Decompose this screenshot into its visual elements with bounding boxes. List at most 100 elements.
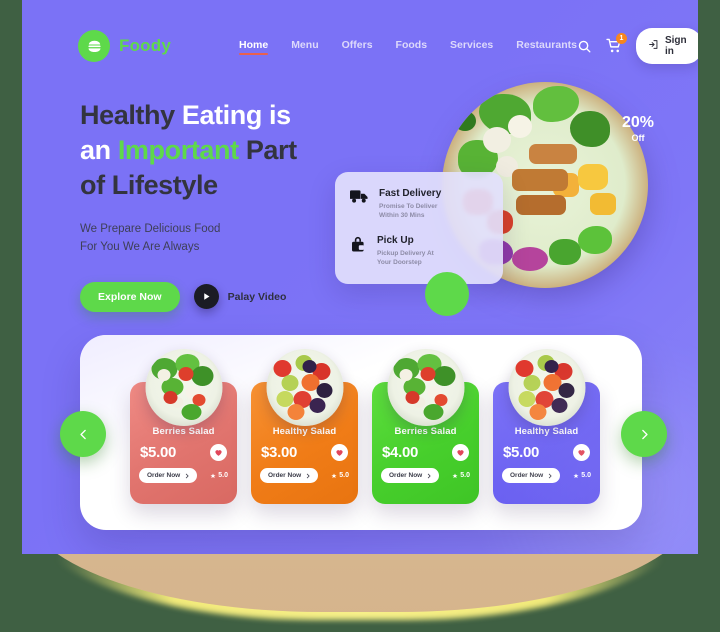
chevron-right-icon bbox=[641, 429, 648, 439]
decorative-green-circle bbox=[425, 272, 469, 316]
product-image bbox=[508, 349, 585, 426]
product-image-ring bbox=[266, 349, 343, 426]
brand-name: Foody bbox=[119, 36, 171, 55]
product-rating: 5.0 bbox=[452, 472, 470, 479]
star-icon bbox=[573, 472, 579, 478]
product-price-row: $5.00 bbox=[130, 444, 237, 461]
product-action-row: Order Now 5.0 bbox=[493, 468, 600, 483]
nav-link-offers[interactable]: Offers bbox=[342, 39, 373, 54]
nav-link-menu[interactable]: Menu bbox=[291, 39, 318, 54]
search-icon[interactable] bbox=[577, 39, 592, 54]
order-now-button[interactable]: Order Now bbox=[260, 468, 319, 483]
delivery-option-pickup[interactable]: Pick Up Pickup Delivery At Your Doorstep bbox=[350, 235, 487, 268]
product-rating-value: 5.0 bbox=[460, 472, 470, 479]
sign-in-button[interactable]: Sign in bbox=[635, 28, 698, 64]
delivery-truck-icon bbox=[350, 188, 369, 221]
hero-subtext-line-2: For You We Are Always bbox=[80, 241, 200, 254]
delivery-fast-sub-line2: Within 30 Mins bbox=[379, 212, 425, 220]
product-card[interactable]: Berries Salad $4.00 Order Now 5.0 bbox=[372, 349, 479, 504]
product-image-ring bbox=[387, 349, 464, 426]
chevron-right-icon bbox=[307, 473, 310, 478]
chevron-right-icon bbox=[549, 473, 552, 478]
chevron-right-icon bbox=[186, 473, 189, 478]
play-video-label: Palay Video bbox=[227, 290, 287, 303]
top-navigation: Foody Home Menu Offers Foods Services Re… bbox=[22, 0, 698, 92]
delivery-option-pickup-title: Pick Up bbox=[377, 234, 414, 246]
star-icon bbox=[452, 472, 458, 478]
discount-value: 20% bbox=[621, 114, 655, 131]
order-now-button[interactable]: Order Now bbox=[381, 468, 440, 483]
product-price-row: $3.00 bbox=[251, 444, 358, 461]
product-price: $5.00 bbox=[503, 444, 540, 461]
favorite-heart-icon[interactable] bbox=[210, 444, 227, 461]
product-rating-value: 5.0 bbox=[218, 472, 228, 479]
product-image bbox=[145, 349, 222, 426]
product-name: Healthy Salad bbox=[272, 426, 337, 437]
product-card[interactable]: Berries Salad $5.00 Order Now 5.0 bbox=[130, 349, 237, 504]
headline-part-4: Important bbox=[117, 135, 246, 166]
order-now-label: Order Now bbox=[147, 472, 181, 479]
delivery-option-fast-title: Fast Delivery bbox=[379, 188, 442, 199]
product-price: $4.00 bbox=[382, 444, 419, 461]
favorite-heart-icon[interactable] bbox=[452, 444, 469, 461]
product-card[interactable]: Healthy Salad $3.00 Order Now 5.0 bbox=[251, 349, 358, 504]
product-rating: 5.0 bbox=[573, 472, 591, 479]
product-name: Healthy Salad bbox=[514, 426, 579, 437]
discount-badge: 20% Off bbox=[607, 97, 669, 159]
product-card[interactable]: Healthy Salad $5.00 Order Now 5.0 bbox=[493, 349, 600, 504]
nav-link-foods[interactable]: Foods bbox=[396, 39, 428, 54]
nav-actions: 1 Sign in bbox=[577, 28, 698, 64]
headline-part-3: an bbox=[80, 135, 118, 166]
product-rating: 5.0 bbox=[331, 472, 349, 479]
pickup-bag-icon bbox=[350, 235, 367, 268]
play-video-button[interactable]: Palay Video bbox=[193, 284, 287, 310]
nav-link-home[interactable]: Home bbox=[239, 39, 269, 55]
product-action-row: Order Now 5.0 bbox=[372, 468, 479, 483]
product-rating-value: 5.0 bbox=[581, 472, 591, 479]
delivery-pickup-sub-line2: Your Doorstep bbox=[377, 259, 422, 267]
carousel-next-button[interactable] bbox=[621, 411, 667, 457]
headline-part-1: Healthy bbox=[80, 100, 182, 130]
play-icon bbox=[193, 284, 219, 310]
delivery-option-pickup-sub: Pickup Delivery At Your Doorstep bbox=[377, 249, 434, 268]
favorite-heart-icon[interactable] bbox=[331, 444, 348, 461]
burger-icon bbox=[78, 30, 110, 62]
explore-now-button[interactable]: Explore Now bbox=[80, 281, 180, 312]
brand-logo[interactable]: Foody bbox=[78, 30, 171, 62]
chevron-left-icon bbox=[79, 429, 86, 439]
login-icon bbox=[648, 39, 659, 53]
headline-part-2: Eating is bbox=[181, 100, 291, 130]
product-price-row: $4.00 bbox=[372, 444, 479, 461]
product-image-ring bbox=[508, 349, 585, 426]
product-price-row: $5.00 bbox=[493, 444, 600, 461]
product-action-row: Order Now 5.0 bbox=[251, 468, 358, 483]
order-now-button[interactable]: Order Now bbox=[139, 468, 198, 483]
product-image-ring bbox=[145, 349, 222, 426]
headline-part-6: of Lifestyle bbox=[80, 170, 218, 201]
product-name: Berries Salad bbox=[394, 426, 457, 437]
order-now-label: Order Now bbox=[389, 472, 423, 479]
hero-cta-row: Explore Now Palay Video bbox=[80, 281, 390, 312]
nav-links: Home Menu Offers Foods Services Restaura… bbox=[239, 39, 577, 55]
product-rating: 5.0 bbox=[210, 472, 228, 479]
product-image bbox=[266, 349, 343, 426]
delivery-option-fast[interactable]: Fast Delivery Promise To Deliver Within … bbox=[350, 188, 487, 221]
nav-link-services[interactable]: Services bbox=[450, 39, 493, 54]
shopping-cart-icon[interactable]: 1 bbox=[606, 33, 627, 54]
order-now-button[interactable]: Order Now bbox=[502, 468, 561, 483]
star-icon bbox=[331, 472, 337, 478]
order-now-label: Order Now bbox=[510, 472, 544, 479]
carousel-prev-button[interactable] bbox=[60, 411, 106, 457]
delivery-option-fast-sub: Promise To Deliver Within 30 Mins bbox=[379, 202, 441, 221]
cart-badge: 1 bbox=[615, 33, 627, 44]
nav-link-restaurants[interactable]: Restaurants bbox=[516, 39, 577, 54]
star-icon bbox=[210, 472, 216, 478]
product-image bbox=[387, 349, 464, 426]
product-cards: Berries Salad $5.00 Order Now 5.0 Health… bbox=[130, 349, 600, 504]
favorite-heart-icon[interactable] bbox=[573, 444, 590, 461]
product-name: Berries Salad bbox=[152, 426, 215, 437]
product-action-row: Order Now 5.0 bbox=[130, 468, 237, 483]
delivery-pickup-sub-line1: Pickup Delivery At bbox=[377, 249, 434, 257]
hero-section: Foody Home Menu Offers Foods Services Re… bbox=[22, 0, 698, 554]
product-rating-value: 5.0 bbox=[339, 472, 349, 479]
